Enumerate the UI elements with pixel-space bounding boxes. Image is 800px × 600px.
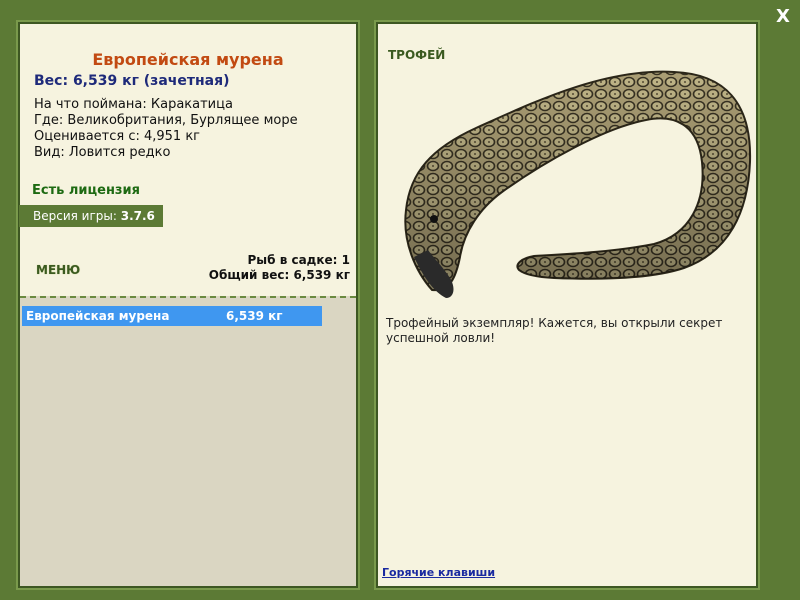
trophy-panel: ТРОФЕЙ Трофейный экземпляр! Кажется, вы … xyxy=(374,20,760,590)
bait-line: На что поймана: Каракатица xyxy=(34,97,233,112)
fish-info-panel: Европейская мурена Вес: 6,539 кг (зачетн… xyxy=(16,20,360,590)
location-line: Где: Великобритания, Бурлящее море xyxy=(34,113,298,128)
moray-eel-image xyxy=(404,70,752,298)
menu-button[interactable]: МЕНЮ xyxy=(36,263,80,277)
keepnet-total-weight: Общий вес: 6,539 кг xyxy=(208,268,350,282)
version-value: 3.7.6 xyxy=(120,209,155,223)
fish-name-title: Европейская мурена xyxy=(92,50,284,69)
trophy-message: Трофейный экземпляр! Кажется, вы открыли… xyxy=(386,316,723,345)
valued-from-line: Оценивается с: 4,951 кг xyxy=(34,129,201,144)
trophy-label: ТРОФЕЙ xyxy=(388,48,446,62)
fish-weight: Вес: 6,539 кг (зачетная) xyxy=(34,73,230,89)
list-item-weight: 6,539 кг xyxy=(226,309,283,323)
version-label: Версия игры: xyxy=(33,209,117,223)
close-button[interactable]: X xyxy=(772,6,794,28)
keepnet-list: Европейская мурена 6,539 кг xyxy=(20,296,356,586)
license-status: Есть лицензия xyxy=(32,183,140,198)
list-item[interactable]: Европейская мурена 6,539 кг xyxy=(22,306,322,326)
hotkeys-link[interactable]: Горячие клавиши xyxy=(382,566,495,579)
list-item-name: Европейская мурена xyxy=(26,309,170,323)
version-box: Версия игры: 3.7.6 xyxy=(19,205,163,227)
rarity-line: Вид: Ловится редко xyxy=(34,145,171,160)
keepnet-count: Рыб в садке: 1 xyxy=(247,253,351,267)
